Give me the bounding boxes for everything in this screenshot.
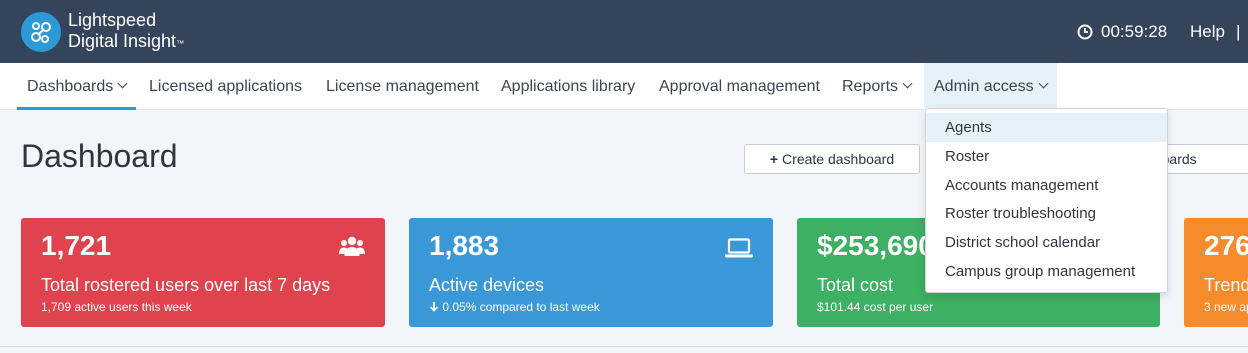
nav-reports-label: Reports [842, 78, 899, 95]
top-header: Lightspeed Digital Insight™ 00:59:28 Hel… [0, 0, 1248, 63]
nav-applications-library[interactable]: Applications library [501, 63, 635, 110]
nav-license-management[interactable]: License management [326, 63, 479, 110]
stat-card-active-devices[interactable]: 1,883 Active devices 0.05% compared to l… [409, 218, 773, 327]
menu-item-roster[interactable]: Roster [926, 142, 1167, 171]
nav-approval-management[interactable]: Approval management [659, 63, 820, 110]
nav-reports[interactable]: Reports [842, 63, 913, 110]
laptop-icon [725, 238, 753, 258]
nav-admin-access[interactable]: Admin access [924, 63, 1057, 110]
chevron-down-icon [902, 78, 913, 89]
menu-item-roster-troubleshooting[interactable]: Roster troubleshooting [926, 199, 1167, 228]
nav-admin-access-label: Admin access [934, 78, 1034, 95]
chevron-down-icon [1038, 78, 1049, 89]
stat-card-trend[interactable]: 276 Trend 3 new ap [1184, 218, 1248, 327]
nav-licensed-applications[interactable]: Licensed applications [149, 63, 302, 110]
admin-access-dropdown: Agents Roster Accounts management Roster… [925, 108, 1168, 293]
clock-icon [1077, 24, 1093, 40]
stat-card-rostered-users[interactable]: 1,721 Total rostered users over last 7 d… [21, 218, 385, 327]
stat-label: Total cost [817, 275, 894, 295]
header-separator: | [1236, 22, 1241, 41]
chevron-down-icon [117, 78, 128, 89]
stat-label: Total rostered users over last 7 days [41, 275, 331, 295]
page-title: Dashboard [21, 138, 178, 174]
stat-label: Active devices [429, 275, 545, 295]
brand-name: Lightspeed Digital Insight™ [68, 10, 184, 52]
timer-value: 00:59:28 [1101, 22, 1168, 41]
arrow-down-icon [429, 302, 439, 312]
stat-value: 1,883 [429, 230, 500, 261]
stat-label: Trend [1204, 275, 1248, 295]
users-icon [339, 236, 365, 256]
section-divider [0, 346, 1248, 347]
menu-item-district-school-calendar[interactable]: District school calendar [926, 228, 1167, 257]
stat-value: $253,690 [817, 230, 934, 261]
menu-item-agents[interactable]: Agents [926, 113, 1167, 142]
menu-item-accounts-management[interactable]: Accounts management [926, 171, 1167, 200]
stat-subtext: $101.44 cost per user [817, 300, 934, 314]
help-link[interactable]: Help [1190, 22, 1225, 42]
brand-line-2: Digital Insight [68, 31, 177, 51]
stat-subtext-value: 0.05% compared to last week [442, 300, 600, 314]
nav-dashboards-label: Dashboards [27, 78, 114, 95]
trademark: ™ [176, 39, 185, 48]
stat-subtext: 1,709 active users this week [41, 300, 192, 314]
main-nav: Dashboards Licensed applications License… [0, 63, 1248, 110]
lightspeed-logo-icon[interactable] [21, 12, 61, 52]
plus-icon: + [769, 151, 779, 167]
create-dashboard-button[interactable]: + Create dashboard [744, 144, 920, 174]
stat-value: 1,721 [41, 230, 112, 261]
create-dashboard-label: Create dashboard [782, 151, 895, 167]
stat-subtext: 3 new ap [1204, 300, 1248, 314]
nav-dashboards[interactable]: Dashboards [17, 63, 137, 110]
stat-subtext: 0.05% compared to last week [429, 300, 600, 314]
session-timer: 00:59:28 [1077, 22, 1167, 42]
menu-item-campus-group-management[interactable]: Campus group management [926, 257, 1167, 286]
brand-line-1: Lightspeed [68, 10, 157, 30]
stat-value: 276 [1204, 230, 1248, 261]
